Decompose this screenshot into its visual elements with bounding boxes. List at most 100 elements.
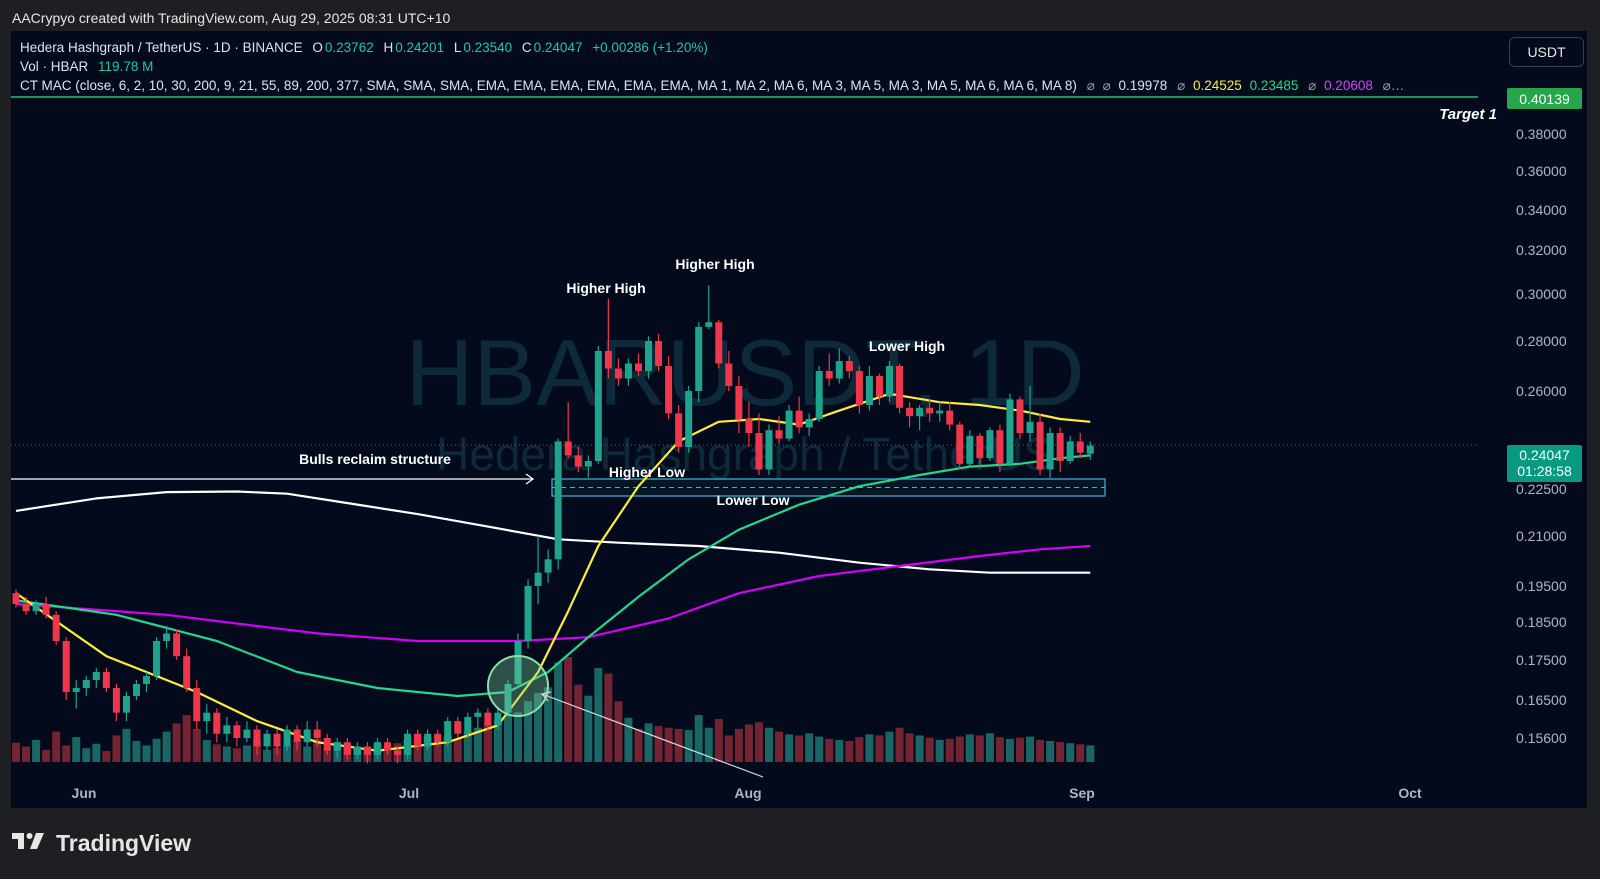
candle-body <box>474 712 482 717</box>
candle-body <box>1076 441 1084 453</box>
volume-bar <box>303 746 312 762</box>
candle-body <box>323 738 331 751</box>
volume-bar <box>624 717 633 762</box>
volume-bar <box>42 749 51 762</box>
candle-body <box>976 435 984 459</box>
candle-body <box>1056 433 1064 461</box>
candle-body <box>193 688 201 722</box>
candle-body <box>1016 399 1024 433</box>
candle-body <box>946 410 954 425</box>
candle-body <box>785 410 793 439</box>
y-tick-label: 0.18500 <box>1516 614 1567 630</box>
volume-bar <box>554 662 563 762</box>
candle-body <box>333 742 341 751</box>
candle-body <box>885 366 893 397</box>
candle-body <box>484 712 492 726</box>
volume-value: 119.78 M <box>98 59 154 74</box>
indicator-title[interactable]: CT MAC (close, 6, 2, 10, 30, 200, 9, 21,… <box>20 78 1077 93</box>
currency-button[interactable]: USDT <box>1509 37 1584 67</box>
y-tick-label: 0.32000 <box>1516 242 1567 258</box>
ma-white-line <box>15 490 1091 574</box>
candle-body <box>143 676 151 684</box>
candle-body <box>986 430 994 459</box>
volume-label[interactable]: Vol · HBAR <box>20 59 88 74</box>
candle-body <box>243 729 251 738</box>
high-label: H <box>383 40 394 55</box>
y-tick-label: 0.26000 <box>1516 383 1567 399</box>
candle-body <box>273 733 281 747</box>
volume-bar <box>132 741 141 762</box>
candle-body <box>1036 421 1044 470</box>
volume-bar <box>664 727 673 762</box>
candle-body <box>735 386 743 419</box>
open-label: O <box>312 40 323 55</box>
candle-body <box>695 326 703 391</box>
volume-bar <box>614 701 623 762</box>
volume-bar <box>564 657 573 762</box>
volume-bar <box>895 727 904 762</box>
null-icon: ⌀ <box>1308 78 1317 93</box>
candle-body <box>112 688 120 713</box>
candle-body <box>705 322 713 327</box>
target-annotation: Target 1 <box>1439 106 1497 123</box>
volume-bar <box>955 736 964 762</box>
volume-bar <box>925 737 934 762</box>
volume-bar <box>32 739 41 762</box>
candle-body <box>916 407 924 417</box>
y-tick-label: 0.38000 <box>1516 126 1567 142</box>
legend-symbol-row: Hedera Hashgraph / TetherUS · 1D · BINAN… <box>20 40 708 55</box>
volume-bar <box>795 735 804 762</box>
volume-bar <box>152 738 161 762</box>
candle-body <box>594 351 602 461</box>
price-chart[interactable]: HBARUSDT, 1D Hedera Hashgraph / TetherUS… <box>0 0 1600 879</box>
chart-annotation: Bulls reclaim structure <box>299 451 451 467</box>
candle-body <box>72 688 80 692</box>
candle-body <box>394 750 402 755</box>
candle-body <box>906 407 914 417</box>
volume-bar <box>714 718 723 762</box>
open-value: 0.23762 <box>324 40 374 55</box>
candle-body <box>303 729 311 743</box>
candle-body <box>82 680 90 688</box>
y-tick-label: 0.36000 <box>1516 163 1567 179</box>
y-tick-label: 0.19500 <box>1516 578 1567 594</box>
chart-annotation: Lower Low <box>716 492 789 508</box>
volume-bar <box>805 733 814 762</box>
volume-bar <box>885 731 894 762</box>
y-tick-label: 0.21000 <box>1516 528 1567 544</box>
candle-body <box>865 376 873 405</box>
candle-body <box>253 729 261 747</box>
candle-body <box>383 742 391 751</box>
volume-bar <box>935 739 944 762</box>
candle-body <box>835 361 843 379</box>
chart-annotation: Higher High <box>566 280 645 296</box>
candle-body <box>725 363 733 386</box>
candle-body <box>634 363 642 371</box>
null-icon: ⌀ <box>1177 78 1186 93</box>
candle-body <box>896 366 904 408</box>
candle-body <box>926 407 934 414</box>
y-tick-label: 0.15600 <box>1516 730 1567 746</box>
candle-body <box>353 746 361 755</box>
x-tick-label: Sep <box>1069 785 1095 801</box>
volume-bar <box>122 728 131 762</box>
volume-bar <box>644 723 653 762</box>
volume-bar <box>765 727 773 762</box>
null-icon: ⌀ <box>1086 78 1095 93</box>
volume-bar <box>684 729 693 762</box>
candle-body <box>293 729 301 743</box>
candle-body <box>675 413 683 447</box>
symbol-title[interactable]: Hedera Hashgraph / TetherUS · 1D · BINAN… <box>20 40 303 55</box>
volume-bar <box>12 742 20 762</box>
candle-body <box>1046 433 1054 470</box>
y-tick-label: 0.28000 <box>1516 333 1567 349</box>
y-tick-label: 0.22500 <box>1516 481 1567 497</box>
candle-body <box>153 641 161 676</box>
volume-bar <box>915 735 924 762</box>
candle-body <box>795 410 803 428</box>
x-tick-label: Oct <box>1398 785 1422 801</box>
tradingview-logo-icon <box>12 831 48 857</box>
volume-bar <box>754 722 763 762</box>
candle-body <box>574 455 582 467</box>
candle-body <box>936 410 944 414</box>
